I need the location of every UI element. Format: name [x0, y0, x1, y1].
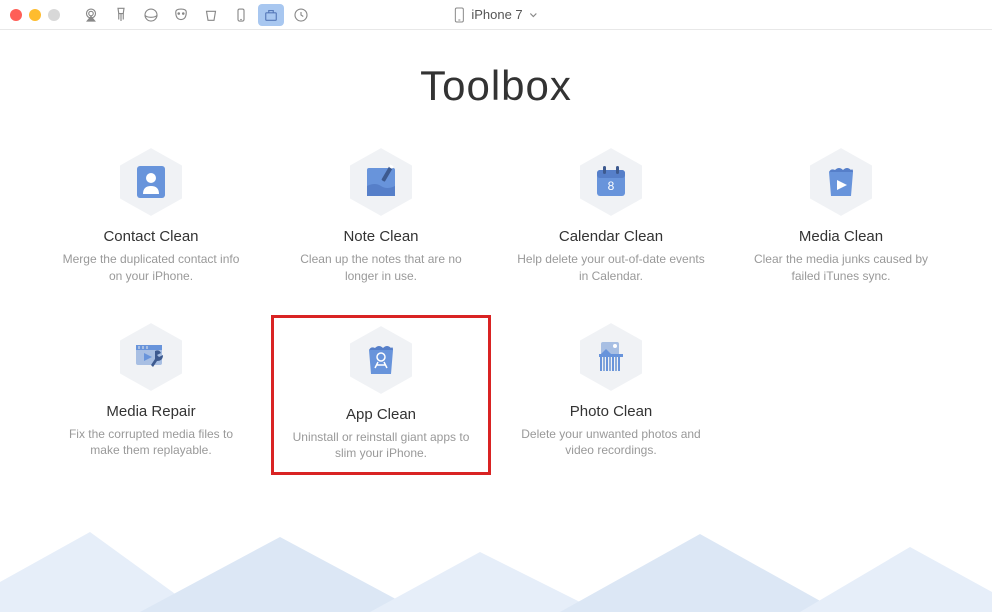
card-desc: Help delete your out-of-date events in C… [516, 251, 706, 285]
svg-text:8: 8 [608, 179, 615, 193]
calendar-icon: 8 [575, 146, 647, 218]
bucket-icon[interactable] [198, 4, 224, 26]
device-icon[interactable] [228, 4, 254, 26]
brush-icon[interactable] [108, 4, 134, 26]
page-title: Toolbox [0, 62, 992, 110]
window-controls [10, 9, 60, 21]
tools-grid: Contact Clean Merge the duplicated conta… [0, 140, 992, 475]
card-desc: Merge the duplicated contact info on you… [56, 251, 246, 285]
card-title: Media Repair [106, 403, 195, 420]
app-clean-icon [345, 324, 417, 396]
device-selector[interactable]: iPhone 7 [453, 7, 538, 23]
card-desc: Clear the media junks caused by failed i… [746, 251, 936, 285]
close-window-button[interactable] [10, 9, 22, 21]
mask-icon[interactable] [168, 4, 194, 26]
globe-icon[interactable] [138, 4, 164, 26]
device-name: iPhone 7 [471, 7, 522, 22]
card-title: Note Clean [343, 228, 418, 245]
airplay-icon[interactable] [78, 4, 104, 26]
card-title: Photo Clean [570, 403, 653, 420]
maximize-window-button[interactable] [48, 9, 60, 21]
card-title: Media Clean [799, 228, 883, 245]
history-icon[interactable] [288, 4, 314, 26]
card-desc: Uninstall or reinstall giant apps to sli… [286, 429, 476, 463]
toolbox-icon[interactable] [258, 4, 284, 26]
minimize-window-button[interactable] [29, 9, 41, 21]
media-repair-icon [115, 321, 187, 393]
media-repair-card[interactable]: Media Repair Fix the corrupted media fil… [41, 315, 261, 476]
card-title: Calendar Clean [559, 228, 663, 245]
phone-icon [453, 7, 465, 23]
photo-clean-icon [575, 321, 647, 393]
card-title: App Clean [346, 406, 416, 423]
toolbar [78, 4, 314, 26]
contact-icon [115, 146, 187, 218]
note-clean-card[interactable]: Note Clean Clean up the notes that are n… [271, 140, 491, 295]
card-desc: Fix the corrupted media files to make th… [56, 426, 246, 460]
card-title: Contact Clean [103, 228, 198, 245]
photo-clean-card[interactable]: Photo Clean Delete your unwanted photos … [501, 315, 721, 476]
mountains-decoration [0, 522, 992, 612]
chevron-down-icon [529, 10, 539, 20]
note-icon [345, 146, 417, 218]
contact-clean-card[interactable]: Contact Clean Merge the duplicated conta… [41, 140, 261, 295]
card-desc: Clean up the notes that are no longer in… [286, 251, 476, 285]
card-desc: Delete your unwanted photos and video re… [516, 426, 706, 460]
titlebar: iPhone 7 [0, 0, 992, 30]
media-clean-card[interactable]: Media Clean Clear the media junks caused… [731, 140, 951, 295]
media-clean-icon [805, 146, 877, 218]
calendar-clean-card[interactable]: 8 Calendar Clean Help delete your out-of… [501, 140, 721, 295]
app-clean-card[interactable]: App Clean Uninstall or reinstall giant a… [271, 315, 491, 476]
